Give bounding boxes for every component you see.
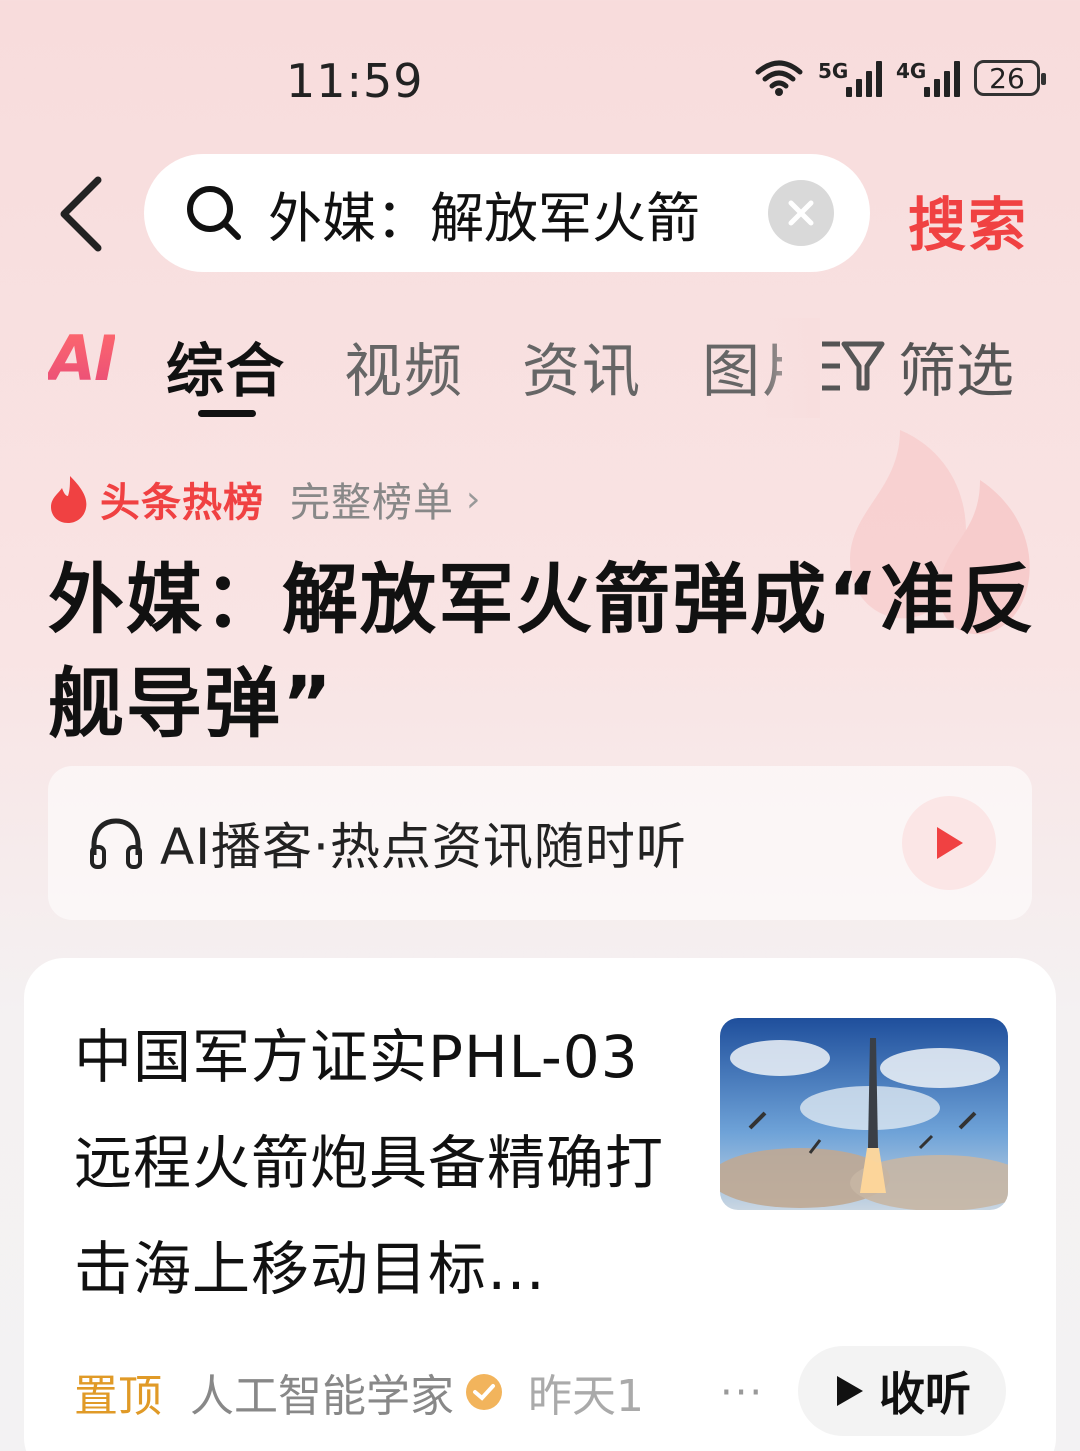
- filter-label: 筛选: [898, 337, 1015, 405]
- search-button[interactable]: 搜索: [908, 178, 1028, 262]
- signal-5g-icon: 5G: [818, 59, 882, 97]
- tab-video[interactable]: 视频: [344, 324, 464, 408]
- article-meta: 置顶 人工智能学家 昨天1: [74, 1360, 648, 1424]
- listen-button[interactable]: 收听: [798, 1346, 1006, 1436]
- hot-list-tag: 头条热榜: [100, 480, 264, 526]
- filter-icon: [822, 341, 885, 391]
- signal-4g-icon: 4G: [896, 59, 960, 97]
- tab-bar: AI 综合 视频 资讯 图片 筛选: [0, 318, 1080, 428]
- headphones-icon: [90, 818, 142, 869]
- article-card[interactable]: 中国军方证实PHL-03远程火箭炮具备精确打击海上移动目标… 置顶 人工智能学家…: [24, 958, 1056, 1451]
- status-time: 11:59: [286, 54, 424, 108]
- full-list-link[interactable]: 完整榜单: [290, 470, 454, 528]
- fire-icon: [51, 476, 87, 523]
- tab-ai[interactable]: AI: [48, 322, 117, 395]
- close-icon: [788, 200, 814, 226]
- tab-news[interactable]: 资讯: [522, 324, 642, 408]
- search-icon: [187, 186, 241, 240]
- play-icon: [937, 827, 963, 859]
- article-title[interactable]: 中国军方证实PHL-03远程火箭炮具备精确打击海上移动目标…: [74, 1004, 674, 1322]
- chevron-right-icon[interactable]: ›: [466, 479, 480, 520]
- battery-icon: 26: [974, 60, 1046, 96]
- article-time: 昨天1: [528, 1371, 644, 1422]
- ai-podcast-bar[interactable]: AI播客·热点资讯随时听: [48, 766, 1032, 920]
- search-bar[interactable]: [144, 154, 870, 272]
- verified-badge-icon: [466, 1374, 502, 1410]
- article-thumbnail[interactable]: [720, 1018, 1008, 1210]
- hot-headline[interactable]: 外媒：解放军火箭弹成“准反舰导弹”: [48, 548, 1038, 756]
- more-options-icon[interactable]: ···: [720, 1370, 764, 1416]
- active-tab-indicator: [198, 410, 256, 417]
- search-input[interactable]: [268, 181, 748, 245]
- filter-button[interactable]: 筛选: [820, 324, 1014, 408]
- battery-level: 26: [989, 61, 1025, 95]
- hot-list-header: 头条热榜 完整榜单 ›: [48, 470, 480, 528]
- podcast-label: AI播客·热点资讯随时听: [160, 818, 687, 876]
- article-author[interactable]: 人工智能学家: [190, 1360, 454, 1424]
- pinned-badge: 置顶: [74, 1371, 162, 1422]
- tab-comprehensive[interactable]: 综合: [166, 324, 286, 408]
- clear-button[interactable]: [768, 180, 834, 246]
- status-icons: 5G 4G 26: [754, 58, 1046, 98]
- podcast-play-button[interactable]: [902, 796, 996, 890]
- wifi-icon: [755, 60, 803, 96]
- tab-fade: [760, 318, 820, 418]
- listen-label: 收听: [879, 1367, 971, 1421]
- back-icon[interactable]: [56, 176, 116, 252]
- play-icon: [837, 1376, 863, 1406]
